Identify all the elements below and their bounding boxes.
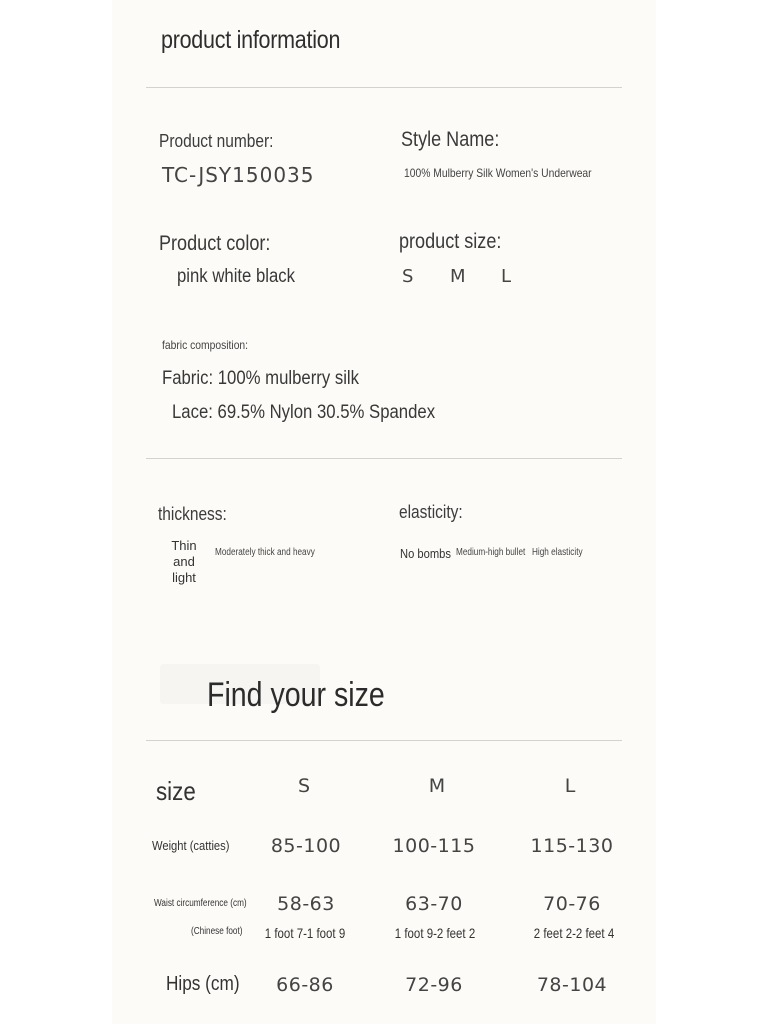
- section-title-product-info: product information: [161, 26, 341, 54]
- waist-l-value: 70-76: [543, 893, 601, 915]
- weight-l-value: 115-130: [530, 835, 614, 857]
- waist-m-value: 63-70: [405, 893, 463, 915]
- elasticity-option-medium: Medium-high bullet: [456, 547, 526, 558]
- size-option-l: L: [501, 266, 512, 287]
- product-size-label: product size:: [399, 230, 502, 253]
- waist-feet-label: (Chinese foot): [191, 926, 243, 937]
- size-header-l: L: [564, 775, 576, 797]
- thickness-option-thin: Thin and light: [171, 538, 197, 585]
- size-header-s: S: [297, 775, 311, 797]
- product-number-label: Product number:: [159, 131, 274, 151]
- waist-s-value: 58-63: [277, 893, 335, 915]
- waist-feet-m-value: 1 foot 9-2 feet 2: [394, 925, 476, 941]
- product-color-value: pink white black: [177, 266, 296, 287]
- divider: [146, 740, 622, 741]
- lace-line: Lace: 69.5% Nylon 30.5% Spandex: [172, 402, 436, 423]
- thickness-label: thickness:: [158, 504, 227, 524]
- elasticity-option-none: No bombs: [400, 546, 451, 561]
- size-column-header: size: [156, 776, 196, 806]
- product-number-value: TC-JSY150035: [162, 163, 315, 187]
- style-name-label: Style Name:: [401, 128, 500, 151]
- hips-l-value: 78-104: [536, 974, 608, 996]
- waist-feet-s-value: 1 foot 7-1 foot 9: [264, 925, 346, 941]
- elasticity-option-high: High elasticity: [532, 547, 583, 558]
- weight-s-value: 85-100: [270, 835, 342, 857]
- divider: [146, 458, 622, 459]
- size-option-s: S: [402, 266, 414, 287]
- style-name-value: 100% Mulberry Silk Women's Underwear: [404, 166, 592, 180]
- size-header-m: M: [428, 775, 446, 797]
- size-chart-title: Find your size: [207, 676, 385, 714]
- hips-m-value: 72-96: [405, 974, 463, 996]
- hips-s-value: 66-86: [276, 974, 334, 996]
- divider: [146, 87, 622, 88]
- fabric-line: Fabric: 100% mulberry silk: [162, 368, 359, 389]
- thickness-option-thick: Moderately thick and heavy: [215, 547, 315, 558]
- waist-row-label: Waist circumference (cm): [154, 898, 247, 909]
- size-option-m: M: [450, 266, 466, 287]
- elasticity-label: elasticity:: [399, 502, 463, 522]
- hips-row-label: Hips (cm): [166, 973, 240, 995]
- fabric-composition-label: fabric composition:: [162, 338, 249, 352]
- weight-m-value: 100-115: [392, 835, 476, 857]
- product-color-label: Product color:: [159, 232, 271, 255]
- weight-row-label: Weight (catties): [152, 838, 230, 853]
- waist-feet-l-value: 2 feet 2-2 feet 4: [533, 925, 615, 941]
